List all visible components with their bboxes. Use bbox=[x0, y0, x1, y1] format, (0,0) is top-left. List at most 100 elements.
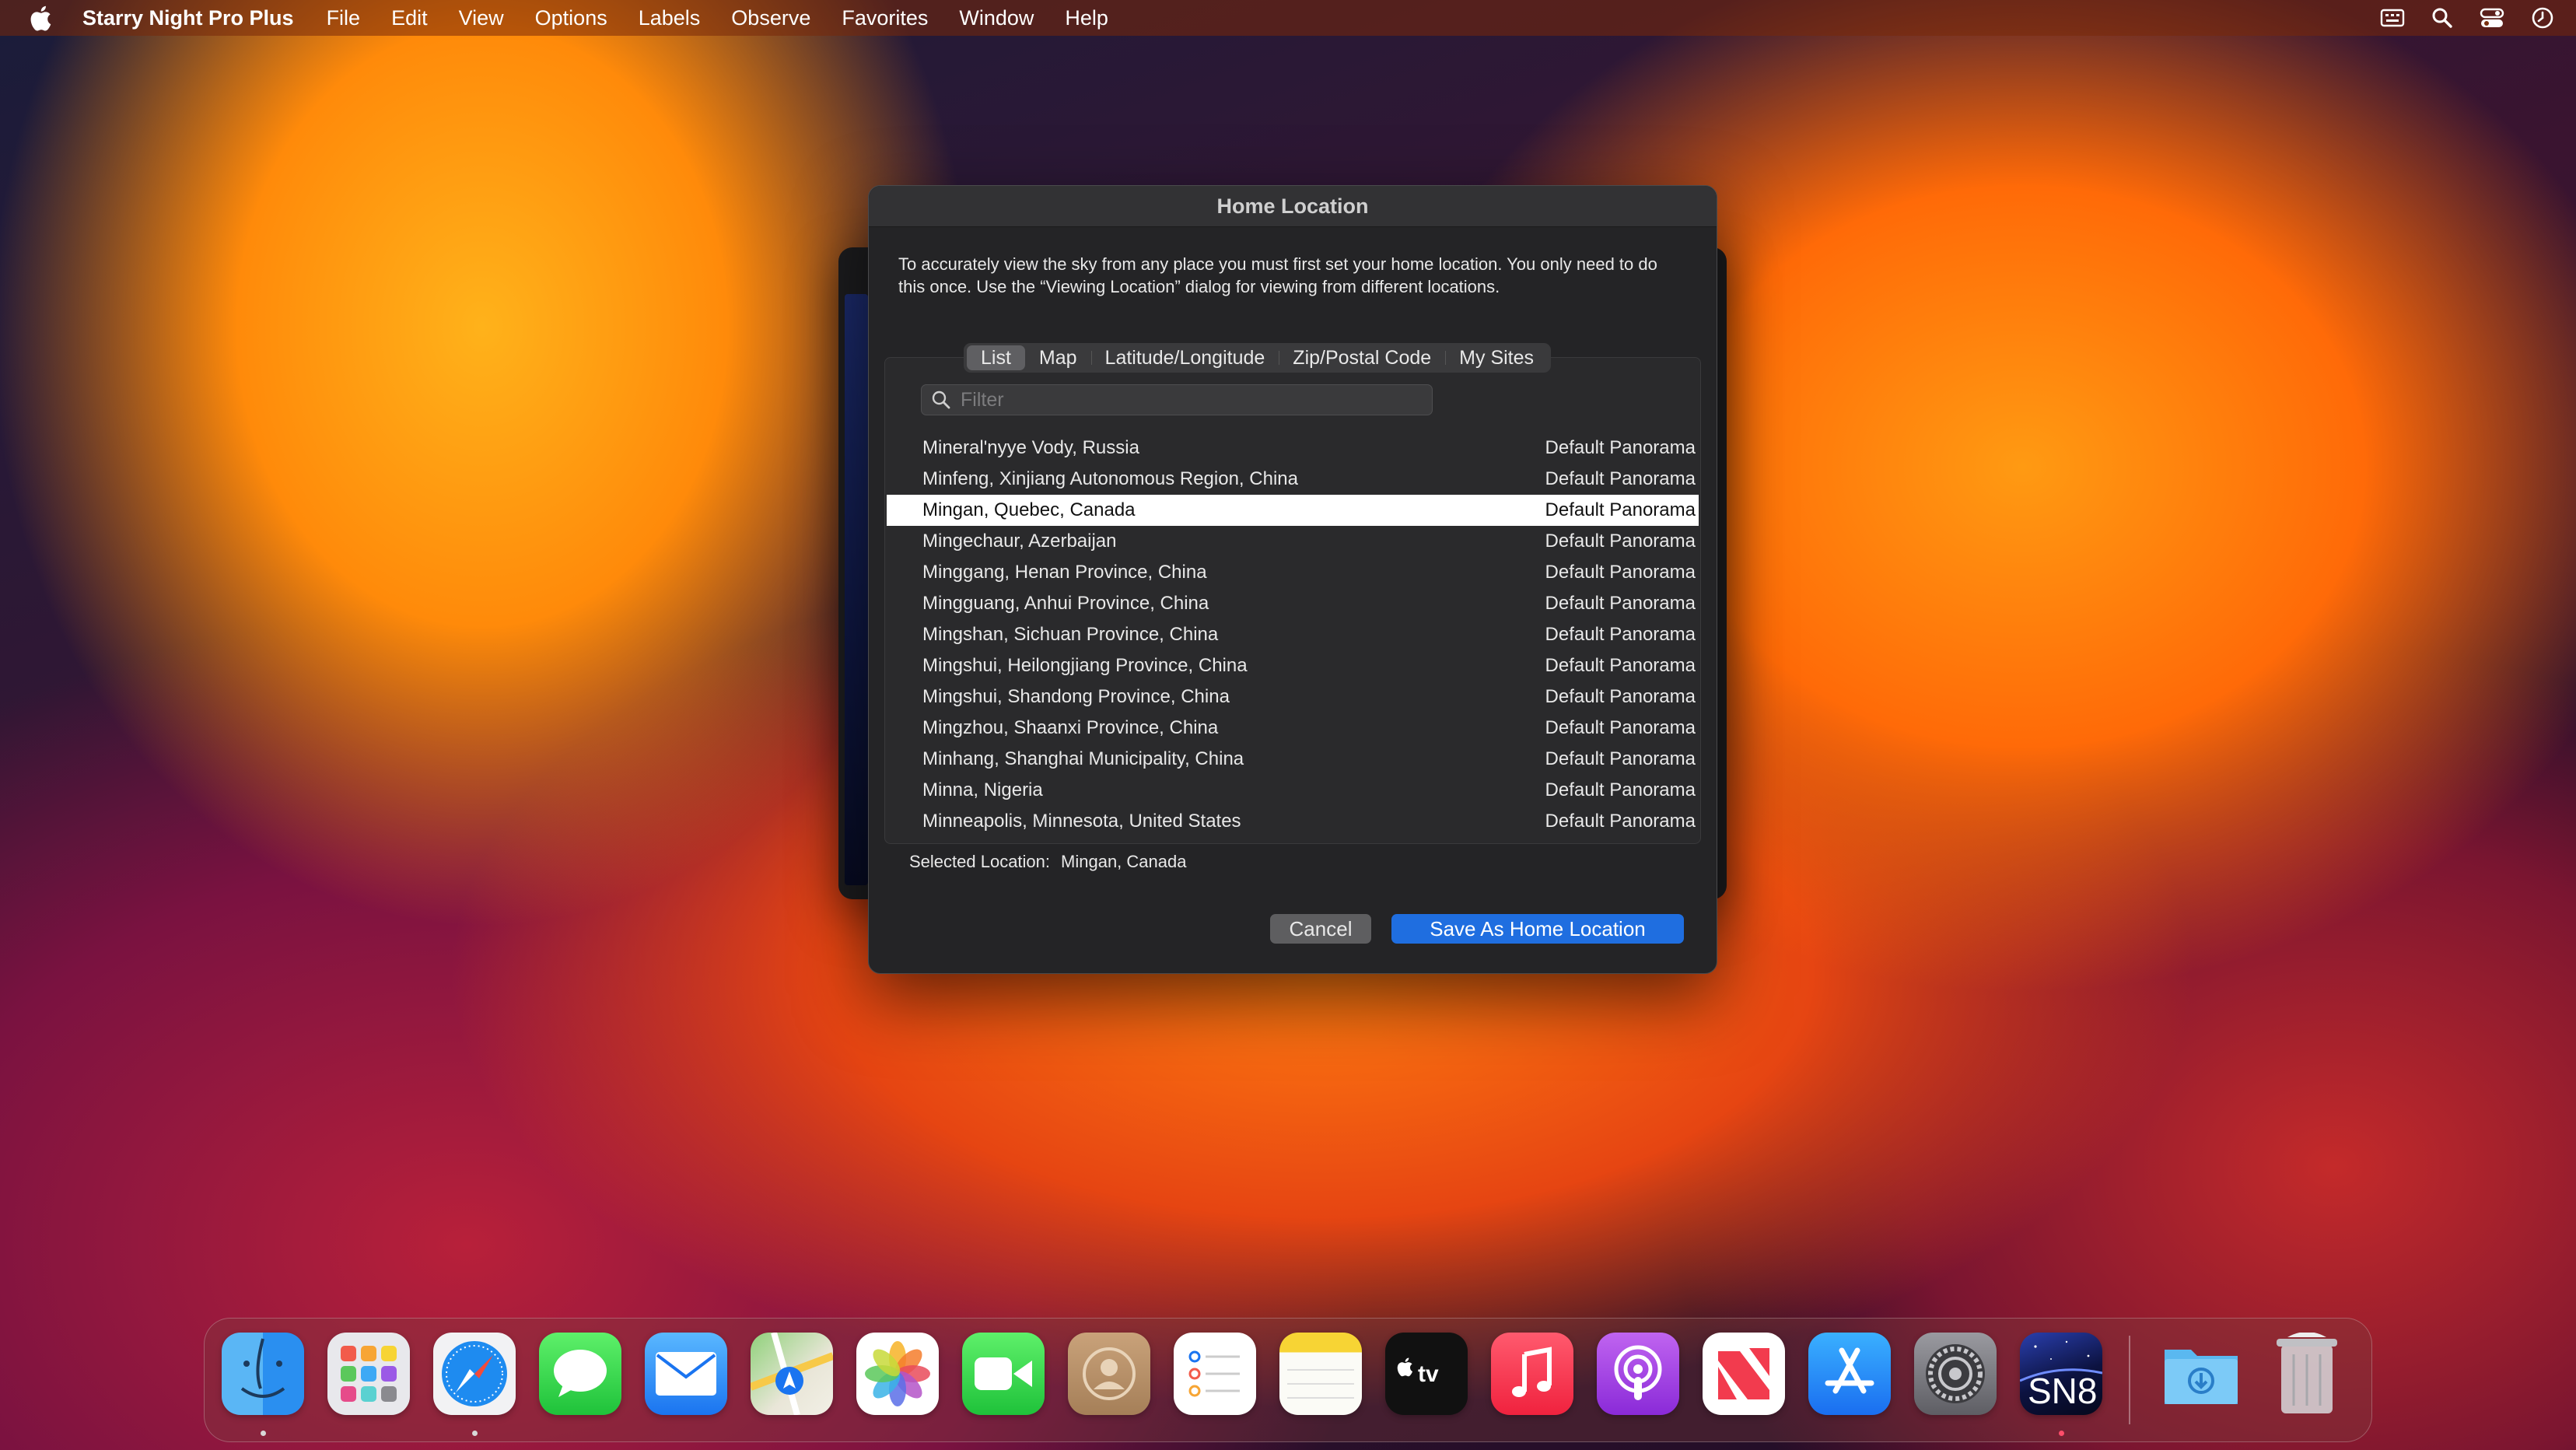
dock-separator bbox=[2129, 1336, 2130, 1424]
location-name: Mingshui, Shandong Province, China bbox=[922, 686, 1230, 707]
location-panorama: Default Panorama bbox=[1545, 686, 1696, 707]
location-panorama: Default Panorama bbox=[1545, 811, 1696, 832]
menu-options[interactable]: Options bbox=[535, 6, 607, 30]
safari-running-indicator bbox=[472, 1431, 478, 1436]
mail-icon[interactable] bbox=[645, 1333, 727, 1415]
tab-map[interactable]: Map bbox=[1025, 345, 1091, 370]
starry-night-icon-label: SN8 bbox=[2028, 1371, 2098, 1411]
system-settings-icon[interactable] bbox=[1914, 1333, 1997, 1415]
menu-labels[interactable]: Labels bbox=[639, 6, 701, 30]
menu-view[interactable]: View bbox=[459, 6, 504, 30]
location-panorama: Default Panorama bbox=[1545, 531, 1696, 552]
reminders-icon[interactable] bbox=[1174, 1333, 1256, 1415]
location-name: Mingshui, Heilongjiang Province, China bbox=[922, 655, 1248, 676]
sky-view-strip bbox=[845, 294, 868, 885]
photos-icon[interactable] bbox=[856, 1333, 939, 1415]
menu-edit[interactable]: Edit bbox=[391, 6, 428, 30]
spotlight-search-icon[interactable] bbox=[2431, 7, 2453, 29]
menu-favorites[interactable]: Favorites bbox=[842, 6, 928, 30]
location-row[interactable]: Minhang, Shanghai Municipality, China Def… bbox=[887, 744, 1699, 775]
contacts-icon[interactable] bbox=[1068, 1333, 1150, 1415]
finder-icon[interactable] bbox=[222, 1333, 304, 1415]
dialog-title: Home Location bbox=[869, 186, 1717, 227]
safari-icon[interactable] bbox=[433, 1333, 516, 1415]
location-row[interactable]: Mingshan, Sichuan Province, China Default… bbox=[887, 619, 1699, 650]
location-row[interactable]: Minna, Nigeria Default Panorama bbox=[887, 775, 1699, 806]
search-icon bbox=[931, 390, 951, 410]
location-row[interactable]: Mingguang, Anhui Province, China Default … bbox=[887, 588, 1699, 619]
music-icon[interactable] bbox=[1491, 1333, 1573, 1415]
finder-running-indicator bbox=[261, 1431, 266, 1436]
tab-list[interactable]: List bbox=[967, 345, 1025, 370]
location-row[interactable]: Mineral'nyye Vody, Russia Default Panoram… bbox=[887, 433, 1699, 464]
location-name: Mingzhou, Shaanxi Province, China bbox=[922, 717, 1219, 738]
menu-help[interactable]: Help bbox=[1065, 6, 1108, 30]
location-name: Mineral'nyye Vody, Russia bbox=[922, 437, 1139, 458]
location-panorama: Default Panorama bbox=[1545, 499, 1696, 520]
location-panorama: Default Panorama bbox=[1545, 655, 1696, 676]
menu-file[interactable]: File bbox=[327, 6, 361, 30]
trash-icon[interactable] bbox=[2266, 1333, 2348, 1415]
cancel-button[interactable]: Cancel bbox=[1270, 914, 1371, 944]
app-name-menu[interactable]: Starry Night Pro Plus bbox=[82, 6, 294, 30]
location-panorama: Default Panorama bbox=[1545, 717, 1696, 738]
notes-icon[interactable] bbox=[1279, 1333, 1362, 1415]
menu-window[interactable]: Window bbox=[959, 6, 1034, 30]
location-panorama: Default Panorama bbox=[1545, 779, 1696, 800]
location-name: Mingan, Quebec, Canada bbox=[922, 499, 1136, 520]
location-row[interactable]: Mingshui, Shandong Province, China Defaul… bbox=[887, 681, 1699, 713]
maps-icon[interactable] bbox=[751, 1333, 833, 1415]
location-panorama: Default Panorama bbox=[1545, 468, 1696, 489]
location-name: Minggang, Henan Province, China bbox=[922, 562, 1207, 583]
control-center-icon[interactable] bbox=[2480, 7, 2504, 29]
location-name: Minneapolis, Minnesota, United States bbox=[922, 811, 1241, 832]
tab-zip-postal-code[interactable]: Zip/Postal Code bbox=[1279, 345, 1445, 370]
location-panorama: Default Panorama bbox=[1545, 437, 1696, 458]
dialog-instructions: To accurately view the sky from any plac… bbox=[898, 254, 1657, 296]
save-as-home-location-button[interactable]: Save As Home Location bbox=[1391, 914, 1684, 944]
location-panorama: Default Panorama bbox=[1545, 593, 1696, 614]
messages-icon[interactable] bbox=[539, 1333, 621, 1415]
keyboard-layout-icon[interactable] bbox=[2380, 8, 2405, 28]
news-icon[interactable] bbox=[1703, 1333, 1785, 1415]
location-row[interactable]: Minfeng, Xinjiang Autonomous Region, Chi… bbox=[887, 464, 1699, 495]
location-name: Minhang, Shanghai Municipality, China bbox=[922, 748, 1244, 769]
location-name: Mingshan, Sichuan Province, China bbox=[922, 624, 1219, 645]
tab-latitude-longitude[interactable]: Latitude/Longitude bbox=[1090, 345, 1279, 370]
svg-text:tv: tv bbox=[1418, 1361, 1439, 1387]
podcasts-icon[interactable] bbox=[1597, 1333, 1679, 1415]
menu-bar: Starry Night Pro Plus File Edit View Opt… bbox=[0, 0, 2576, 36]
location-row[interactable]: Mingechaur, Azerbaijan Default Panorama bbox=[887, 526, 1699, 557]
location-row[interactable]: Minggang, Henan Province, China Default P… bbox=[887, 557, 1699, 588]
home-location-dialog: Home Location To accurately view the sky… bbox=[868, 185, 1717, 974]
location-row[interactable]: Minneapolis, Minnesota, United States Def… bbox=[887, 806, 1699, 837]
dock: tv SN8 bbox=[204, 1318, 2372, 1442]
location-row[interactable]: Mingshui, Heilongjiang Province, China De… bbox=[887, 650, 1699, 681]
location-panorama: Default Panorama bbox=[1545, 624, 1696, 645]
menu-observe[interactable]: Observe bbox=[731, 6, 810, 30]
location-row-selected[interactable]: Mingan, Quebec, Canada Default Panorama bbox=[887, 495, 1699, 526]
downloads-folder-icon[interactable] bbox=[2160, 1333, 2242, 1415]
location-name: Mingguang, Anhui Province, China bbox=[922, 593, 1209, 614]
location-name: Minfeng, Xinjiang Autonomous Region, Chi… bbox=[922, 468, 1298, 489]
filter-field[interactable] bbox=[921, 384, 1433, 415]
location-name: Mingechaur, Azerbaijan bbox=[922, 531, 1117, 552]
clock-icon[interactable] bbox=[2531, 6, 2554, 30]
apple-menu-icon[interactable] bbox=[30, 4, 53, 32]
app-store-icon[interactable] bbox=[1808, 1333, 1891, 1415]
location-panorama: Default Panorama bbox=[1545, 562, 1696, 583]
filter-input[interactable] bbox=[959, 387, 1413, 412]
tab-my-sites[interactable]: My Sites bbox=[1445, 345, 1548, 370]
location-tabs: List Map Latitude/Longitude Zip/Postal C… bbox=[964, 343, 1552, 373]
location-name: Minna, Nigeria bbox=[922, 779, 1043, 800]
selected-location-value: Mingan, Canada bbox=[1061, 852, 1187, 871]
starry-night-icon[interactable]: SN8 bbox=[2020, 1333, 2102, 1415]
facetime-icon[interactable] bbox=[962, 1333, 1045, 1415]
location-row[interactable]: Mingzhou, Shaanxi Province, China Default… bbox=[887, 713, 1699, 744]
location-list[interactable]: Mineral'nyye Vody, Russia Default Panoram… bbox=[887, 433, 1699, 837]
starry-night-running-indicator bbox=[2059, 1431, 2064, 1436]
launchpad-icon[interactable] bbox=[327, 1333, 410, 1415]
location-panel: Mineral'nyye Vody, Russia Default Panoram… bbox=[884, 357, 1701, 844]
apple-tv-icon[interactable]: tv bbox=[1385, 1333, 1468, 1415]
location-panorama: Default Panorama bbox=[1545, 748, 1696, 769]
